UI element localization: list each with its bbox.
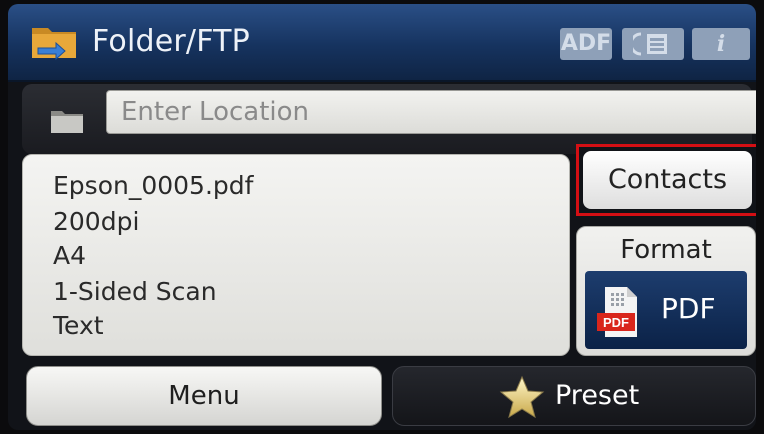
page-title: Folder/FTP xyxy=(92,24,250,59)
duplex-indicator xyxy=(622,28,684,60)
printer-lcd-screen: Folder/FTP ADF i Enter Location Epson_00… xyxy=(8,4,756,430)
svg-text:PDF: PDF xyxy=(603,315,629,330)
scan-settings-summary[interactable]: Epson_0005.pdf 200dpi A4 1-Sided Scan Te… xyxy=(22,154,570,356)
paper-size: A4 xyxy=(53,241,87,270)
scan-type: Text xyxy=(53,311,104,340)
format-pdf-button[interactable]: PDF PDF xyxy=(585,271,747,349)
info-icon: i xyxy=(716,31,726,57)
format-value: PDF xyxy=(661,292,716,325)
location-input[interactable]: Enter Location xyxy=(106,90,756,134)
folder-ftp-icon xyxy=(32,28,76,61)
file-name: Epson_0005.pdf xyxy=(53,171,254,200)
preset-label: Preset xyxy=(555,380,640,411)
header-bar: Folder/FTP ADF i xyxy=(8,4,756,82)
info-button[interactable]: i xyxy=(692,28,750,60)
menu-button[interactable]: Menu xyxy=(26,366,382,426)
folder-icon xyxy=(51,111,83,133)
contacts-label: Contacts xyxy=(583,151,752,209)
format-label: Format xyxy=(620,235,712,265)
contacts-button[interactable]: Contacts xyxy=(576,144,756,216)
star-icon xyxy=(499,375,545,419)
duplex-icon xyxy=(629,32,667,56)
preset-button[interactable]: Preset xyxy=(392,366,756,426)
scan-sides: 1-Sided Scan xyxy=(53,277,217,306)
adf-indicator: ADF xyxy=(560,28,612,60)
resolution: 200dpi xyxy=(53,207,140,236)
format-panel: Format PDF PDF xyxy=(576,226,756,356)
pdf-icon: PDF xyxy=(597,287,637,337)
